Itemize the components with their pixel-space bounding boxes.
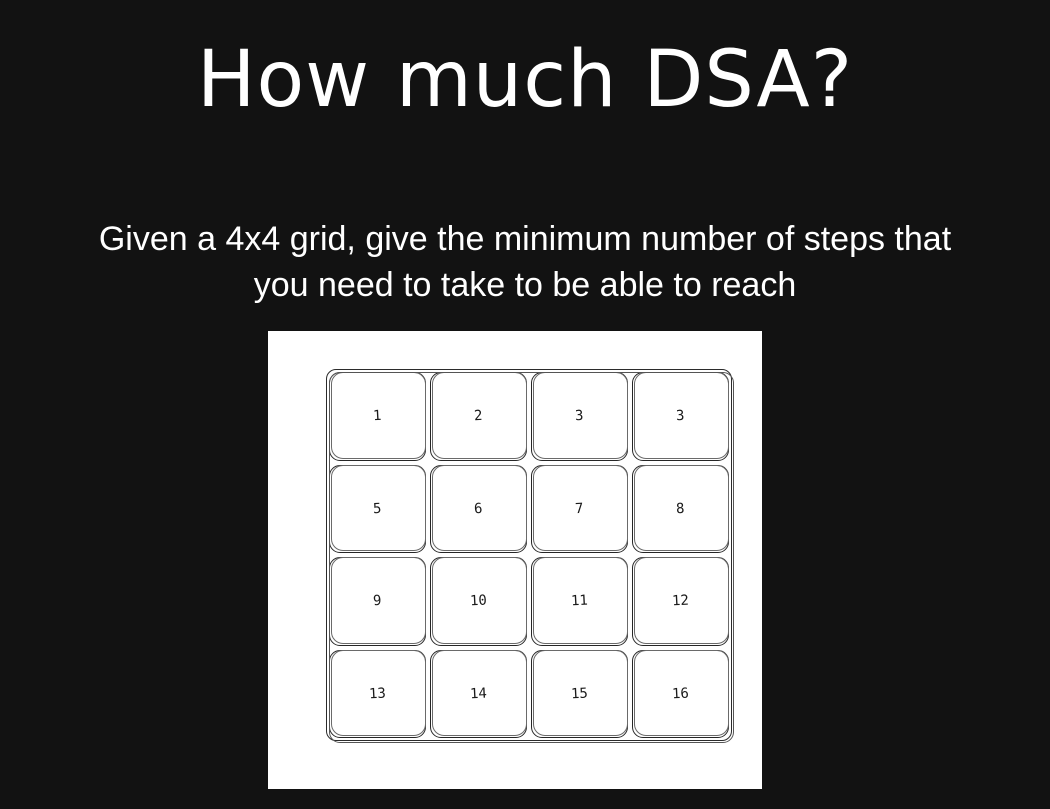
cell-label: 8: [675, 500, 686, 517]
cell-label: 16: [671, 685, 690, 703]
grid-cell: 14: [430, 649, 527, 738]
cell-label: 12: [671, 592, 690, 610]
grid-diagram-panel: 1 2 3 3 5 6 7 8 9 10 11 12 13 14 15 16: [268, 331, 762, 789]
cell-label: 3: [675, 408, 686, 425]
grid-cell: 9: [329, 557, 426, 646]
grid-cell: 3: [531, 372, 628, 461]
grid-cell: 6: [430, 464, 527, 553]
cell-label: 1: [372, 408, 383, 425]
question-line-2: you need to take to be able to reach: [253, 266, 797, 304]
cell-label: 6: [473, 500, 484, 517]
cell-label: 2: [473, 408, 484, 425]
grid-cell: 3: [632, 372, 729, 461]
grid-cell: 7: [531, 464, 628, 553]
cell-label: 11: [570, 592, 589, 610]
cell-label: 7: [574, 500, 585, 517]
grid-cell: 2: [430, 372, 527, 461]
grid-cell: 5: [329, 464, 426, 553]
cell-label: 13: [368, 685, 387, 703]
cell-label: 14: [469, 685, 488, 703]
grid-cell: 1: [329, 372, 426, 461]
cell-label: 15: [570, 685, 589, 703]
grid-cell: 12: [632, 557, 729, 646]
grid-frame: 1 2 3 3 5 6 7 8 9 10 11 12 13 14 15 16: [326, 369, 734, 743]
cell-label: 10: [469, 592, 488, 610]
grid-cell: 13: [329, 649, 426, 738]
question-text: Given a 4x4 grid, give the minimum numbe…: [0, 216, 1050, 308]
grid-cells: 1 2 3 3 5 6 7 8 9 10 11 12 13 14 15 16: [329, 372, 729, 738]
grid-cell: 16: [632, 649, 729, 738]
grid-cell: 8: [632, 464, 729, 553]
slide-title: How much DSA?: [196, 35, 854, 125]
cell-label: 9: [372, 593, 383, 610]
grid-cell: 10: [430, 557, 527, 646]
cell-label: 3: [574, 408, 585, 425]
question-line-1: Given a 4x4 grid, give the minimum numbe…: [98, 220, 952, 258]
grid-cell: 15: [531, 649, 628, 738]
cell-label: 5: [372, 500, 383, 517]
grid-cell: 11: [531, 557, 628, 646]
